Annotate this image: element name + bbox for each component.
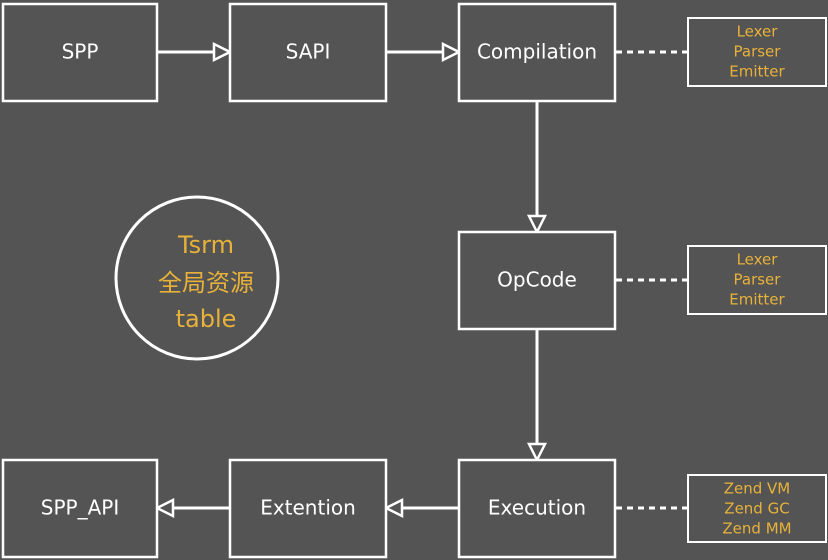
node-label: Compilation [477, 40, 597, 64]
circle-line: table [176, 305, 237, 333]
node-label: SAPI [286, 40, 331, 64]
note-line: Parser [734, 43, 782, 61]
note-line: Zend VM [724, 480, 791, 498]
note-line: Lexer [737, 251, 779, 269]
node-opcode: OpCode [457, 230, 617, 331]
note-execution: Zend VM Zend GC Zend MM [687, 474, 827, 543]
note-line: Zend MM [722, 520, 791, 538]
node-extention: Extention [228, 458, 388, 559]
circle-line: 全局资源 [158, 269, 254, 297]
node-label: SPP [62, 40, 99, 64]
circle-line: Tsrm [177, 231, 234, 259]
note-line: Parser [734, 271, 782, 289]
php-architecture-diagram: SPP SAPI Compilation OpCode Execution Ex… [0, 0, 828, 560]
note-line: Emitter [729, 291, 785, 309]
node-execution: Execution [457, 458, 617, 559]
node-label: Extention [260, 496, 356, 520]
node-label: OpCode [497, 268, 577, 292]
node-sapi: SAPI [228, 2, 388, 103]
node-label: SPP_API [41, 496, 119, 520]
node-compilation: Compilation [457, 2, 617, 103]
tsrm-circle: Tsrm 全局资源 table [114, 195, 280, 361]
node-spp-api: SPP_API [1, 458, 159, 559]
node-label: Execution [488, 496, 586, 520]
note-compilation: Lexer Parser Emitter [687, 17, 827, 87]
note-line: Lexer [737, 23, 779, 41]
note-opcode: Lexer Parser Emitter [687, 245, 827, 315]
node-spp: SPP [1, 2, 159, 103]
note-line: Emitter [729, 63, 785, 81]
note-line: Zend GC [724, 500, 789, 518]
